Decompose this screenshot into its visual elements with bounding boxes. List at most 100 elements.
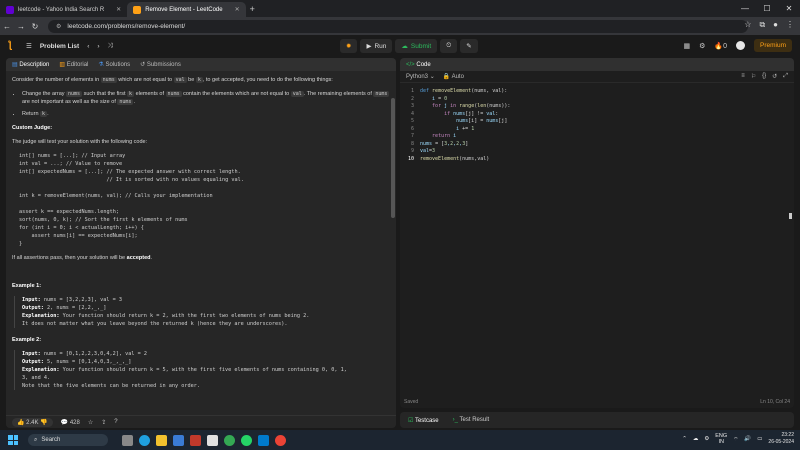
minimize-button[interactable]: — xyxy=(734,4,756,13)
code-text: i = 0 xyxy=(420,95,448,102)
tab-label: Solutions xyxy=(105,62,131,68)
inline-code: nums xyxy=(100,77,117,83)
extensions-icon[interactable]: ⧉ xyxy=(759,20,765,30)
language-indicator[interactable]: ENG IN xyxy=(715,433,727,445)
leetcode-header: ƪ ☰ Problem List ‹ › ⤨ ✹ ▶ Run ☁ Submit ⏲ … xyxy=(0,35,800,57)
code-text: for j in range(len(nums)): xyxy=(432,103,511,109)
settings-gear-icon[interactable]: ⚙ xyxy=(699,42,705,50)
windows-taskbar: ⌕ Search ⌃ ☁ ⚙ ENG IN ⌔ 🔊 ▭ 23:22 26-05-202… xyxy=(0,430,800,450)
fullscreen-icon[interactable]: ⤢ xyxy=(783,73,788,80)
line-number: 8 xyxy=(410,140,414,147)
vscode-icon[interactable] xyxy=(258,434,269,446)
chrome-icon[interactable] xyxy=(224,434,235,446)
submit-button[interactable]: ☁ Submit xyxy=(395,39,438,53)
tab-testcase[interactable]: ☑ Testcase xyxy=(408,417,439,424)
tab-test-result[interactable]: ›_ Test Result xyxy=(453,417,490,423)
tab-editorial[interactable]: ▥ Editorial xyxy=(59,61,88,68)
edge-icon[interactable] xyxy=(139,434,150,446)
task-view-icon[interactable] xyxy=(122,434,133,446)
timer-button[interactable]: ⏲ xyxy=(440,39,458,53)
browser-tab-leetcode[interactable]: Remove Element - LeetCode ✕ xyxy=(127,2,246,17)
new-tab-button[interactable]: + xyxy=(250,4,255,14)
favorite-star-icon[interactable]: ☆ xyxy=(88,419,93,426)
tray-app-icon[interactable]: ☁ xyxy=(693,436,699,442)
streak-icon[interactable]: 🔥0 xyxy=(714,42,727,50)
site-info-icon[interactable]: ⚙ xyxy=(56,23,61,30)
maximize-button[interactable]: ☐ xyxy=(756,4,778,13)
text: are not important as well as the size of xyxy=(22,99,116,105)
text: Change the array xyxy=(22,91,65,97)
chrome-active-icon[interactable] xyxy=(275,434,286,446)
code-panel-header: </> Code xyxy=(400,58,794,71)
back-icon[interactable]: ← xyxy=(0,22,14,31)
browser-menu-icon[interactable]: ⋮ xyxy=(786,20,794,30)
windows-start-icon[interactable] xyxy=(8,435,18,445)
volume-icon[interactable]: 🔊 xyxy=(744,436,751,442)
label: Input: xyxy=(22,351,41,357)
value: nums = [0,1,2,2,3,0,4,2], val = 2 xyxy=(40,351,147,357)
reset-icon[interactable]: ↺ xyxy=(772,73,777,80)
thumbs-down-icon[interactable]: 👎 xyxy=(40,420,47,426)
code-line: 1 def removeElement(nums, val): xyxy=(400,88,794,96)
code-line: 5 nums[i] = nums[j] xyxy=(400,118,794,126)
taskbar-search[interactable]: ⌕ Search xyxy=(28,434,108,446)
url-field[interactable]: ⚙ leetcode.com/problems/remove-element/ xyxy=(48,19,748,33)
close-tab-icon[interactable]: ✕ xyxy=(235,6,240,13)
wifi-icon[interactable]: ⌔ xyxy=(733,436,738,443)
store-icon[interactable] xyxy=(173,434,184,446)
time: 23:22 xyxy=(781,432,794,438)
tray-app-icon[interactable]: ⚙ xyxy=(704,436,709,442)
tab-solutions[interactable]: ⚗ Solutions xyxy=(98,61,130,68)
bookmark-icon[interactable]: ⚐ xyxy=(751,73,756,80)
language-select[interactable]: Python3 ⌄ xyxy=(406,73,435,80)
help-icon[interactable]: ? xyxy=(114,419,117,425)
chevron-up-icon[interactable]: ⌃ xyxy=(682,436,687,442)
like-button[interactable]: 👍 2.4K 👎 xyxy=(12,417,53,427)
app-icon[interactable] xyxy=(190,434,201,446)
layout-icon[interactable]: ▦ xyxy=(683,42,690,50)
label: Output: xyxy=(22,305,44,311)
browser-tab-strip: leetcode - Yahoo India Search R ✕ Remove… xyxy=(0,0,800,17)
description-scrollbar[interactable] xyxy=(391,98,395,218)
prev-problem-icon[interactable]: ‹ xyxy=(87,43,89,50)
whatsapp-icon[interactable] xyxy=(241,434,252,446)
share-icon[interactable]: ⇪ xyxy=(101,419,106,426)
forward-icon[interactable]: → xyxy=(14,22,28,31)
next-problem-icon[interactable]: › xyxy=(97,43,99,50)
tab-submissions[interactable]: ↺ Submissions xyxy=(140,61,181,68)
premium-button[interactable]: Premium xyxy=(753,39,792,52)
browser-tab-yahoo[interactable]: leetcode - Yahoo India Search R ✕ xyxy=(0,2,127,17)
close-window-button[interactable]: ✕ xyxy=(778,4,800,13)
tab-code[interactable]: </> Code xyxy=(406,62,431,68)
bookmark-star-icon[interactable]: ☆ xyxy=(744,20,751,30)
clock[interactable]: 23:22 26-05-2024 xyxy=(768,432,794,446)
battery-icon[interactable]: ▭ xyxy=(757,436,762,442)
format-braces-icon[interactable]: {} xyxy=(762,73,766,80)
code-text: removeElement(nums,val) xyxy=(420,155,490,162)
comments-button[interactable]: 💬 428 xyxy=(61,419,80,426)
tab-description[interactable]: ▤ Description xyxy=(12,61,49,68)
auto-toggle[interactable]: 🔒 Auto xyxy=(443,73,464,80)
close-tab-icon[interactable]: ✕ xyxy=(116,6,121,13)
value: nums = [3,2,2,3], val = 3 xyxy=(40,297,122,303)
debug-button[interactable]: ✹ xyxy=(340,39,358,53)
profile-icon[interactable]: ● xyxy=(773,20,778,30)
shuffle-icon[interactable]: ⤨ xyxy=(108,42,113,50)
run-button[interactable]: ▶ Run xyxy=(360,39,393,53)
example-2: Example 2: Input: nums = [0,1,2,2,3,0,4,… xyxy=(12,336,390,390)
leetcode-logo-icon[interactable]: ƪ xyxy=(8,41,18,51)
reload-icon[interactable]: ↻ xyxy=(28,22,42,31)
tab-label: Test Result xyxy=(459,417,490,423)
code-line: 3 for j in range(len(nums)): xyxy=(400,103,794,111)
problem-description: Consider the number of elements in nums … xyxy=(6,71,396,403)
code-editor[interactable]: 1 def removeElement(nums, val): 2 i = 0 3… xyxy=(400,88,794,388)
value: 2, nums = [2,2,_,_] xyxy=(43,305,107,311)
notes-button[interactable]: ✎ xyxy=(460,39,478,53)
problem-list-link[interactable]: Problem List xyxy=(40,43,79,50)
avatar[interactable] xyxy=(735,41,745,50)
value: 5, nums = [0,1,4,0,3,_,_,_] xyxy=(43,359,132,365)
file-explorer-icon[interactable] xyxy=(156,434,167,446)
mail-icon[interactable] xyxy=(207,434,218,446)
notes-icon[interactable]: ≡ xyxy=(741,73,745,80)
browser-tab-title: leetcode - Yahoo India Search R xyxy=(18,6,105,13)
